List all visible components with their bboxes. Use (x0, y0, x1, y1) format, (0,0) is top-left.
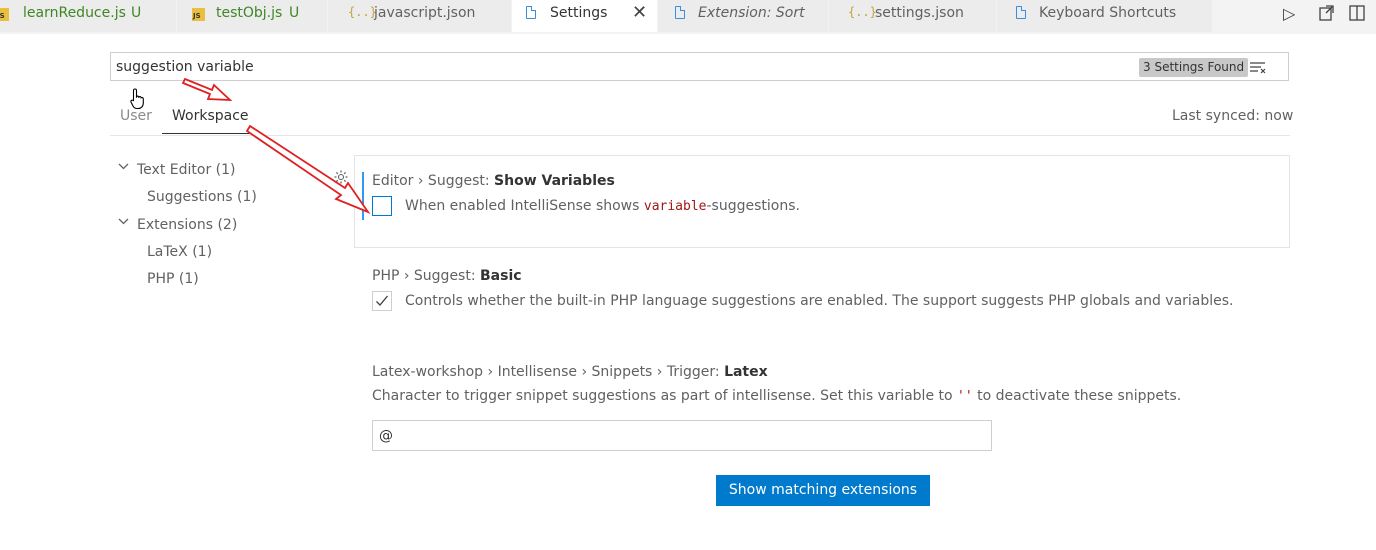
js-file-icon: JS (192, 6, 205, 22)
setting-category: Latex-workshop › Intellisense › Snippets… (372, 364, 725, 380)
modified-indicator (362, 172, 364, 220)
chevron-down-icon[interactable] (117, 160, 130, 177)
json-file-icon: {..} (848, 5, 877, 19)
toc-latex[interactable]: LaTeX (1) (147, 243, 212, 261)
tab-learnreduce[interactable]: JS learnReduce.js U (0, 0, 177, 32)
php-suggest-basic-checkbox[interactable] (372, 291, 392, 311)
tab-keyboard-shortcuts[interactable]: Keyboard Shortcuts (997, 0, 1213, 32)
desc-text: to deactivate these snippets. (972, 388, 1182, 404)
setting-category: PHP › Suggest: (372, 268, 481, 284)
annotation-arrows (181, 77, 371, 214)
file-icon (526, 6, 536, 23)
desc-code: variable (643, 199, 707, 214)
active-scope-indicator (162, 133, 260, 134)
desc-text: -suggestions. (706, 198, 800, 214)
tab-workspace[interactable]: Workspace (172, 106, 249, 126)
tab-javascript-json[interactable]: {..} javascript.json (328, 0, 512, 32)
setting-description: When enabled IntelliSense shows variable… (405, 197, 800, 216)
latex-trigger-input[interactable] (372, 420, 992, 451)
clear-filter-icon[interactable] (1249, 58, 1267, 76)
setting-title: Editor › Suggest: Show Variables (372, 172, 615, 190)
untracked-badge: U (131, 5, 142, 21)
tab-testobj[interactable]: JS testObj.js U (177, 0, 328, 32)
tab-label: testObj.js (216, 5, 283, 21)
scope-divider (110, 135, 1290, 136)
tab-label: Extension: Sort (698, 5, 805, 21)
file-icon (1016, 6, 1026, 23)
sync-status: Last synced: now (1172, 108, 1294, 124)
settings-search-input[interactable] (116, 57, 1016, 77)
toc-text-editor[interactable]: Text Editor (1) (137, 161, 235, 179)
json-file-icon: {..} (348, 5, 377, 19)
tab-extension-sort[interactable]: Extension: Sort (658, 0, 829, 32)
show-matching-extensions-button[interactable]: Show matching extensions (716, 475, 930, 506)
setting-name: Latex (724, 364, 768, 380)
desc-text: When enabled IntelliSense shows (405, 198, 644, 214)
untracked-badge: U (289, 5, 300, 21)
tab-label: settings.json (875, 5, 964, 21)
file-icon (675, 6, 685, 23)
tab-label: Settings (550, 5, 608, 21)
split-editor-icon[interactable] (1348, 4, 1366, 26)
checkmark-icon (376, 295, 388, 306)
gear-icon[interactable] (333, 169, 349, 189)
results-count-badge: 3 Settings Found (1139, 58, 1249, 77)
tab-label: Keyboard Shortcuts (1039, 5, 1177, 21)
editor-tab-bar: JS learnReduce.js U JS testObj.js U {..}… (0, 0, 1376, 34)
setting-title: Latex-workshop › Intellisense › Snippets… (372, 363, 768, 381)
toc-extensions[interactable]: Extensions (2) (137, 216, 237, 234)
toc-php[interactable]: PHP (1) (147, 270, 199, 288)
tab-settings[interactable]: Settings ✕ (512, 0, 658, 32)
close-icon[interactable]: ✕ (632, 2, 647, 23)
setting-description: Character to trigger snippet suggestions… (372, 387, 1181, 406)
open-preview-icon[interactable] (1317, 4, 1335, 26)
desc-text: Character to trigger snippet suggestions… (372, 388, 958, 404)
tab-label: javascript.json (374, 5, 476, 21)
show-variables-checkbox[interactable] (372, 196, 392, 216)
tab-settings-json[interactable]: {..} settings.json (829, 0, 997, 32)
run-icon[interactable]: ▷ (1283, 4, 1295, 23)
hand-cursor-icon (130, 88, 146, 115)
setting-category: Editor › Suggest: (372, 173, 495, 189)
setting-title: PHP › Suggest: Basic (372, 267, 522, 285)
settings-search-box: 3 Settings Found (110, 52, 1289, 81)
chevron-down-icon[interactable] (117, 215, 130, 232)
toc-suggestions[interactable]: Suggestions (1) (147, 188, 257, 206)
setting-name: Show Variables (494, 173, 615, 189)
setting-name: Basic (480, 268, 522, 284)
desc-code: '' (957, 389, 973, 404)
setting-description: Controls whether the built-in PHP langua… (405, 293, 1234, 309)
tab-label: learnReduce.js (23, 5, 126, 21)
js-file-icon: JS (0, 6, 9, 22)
